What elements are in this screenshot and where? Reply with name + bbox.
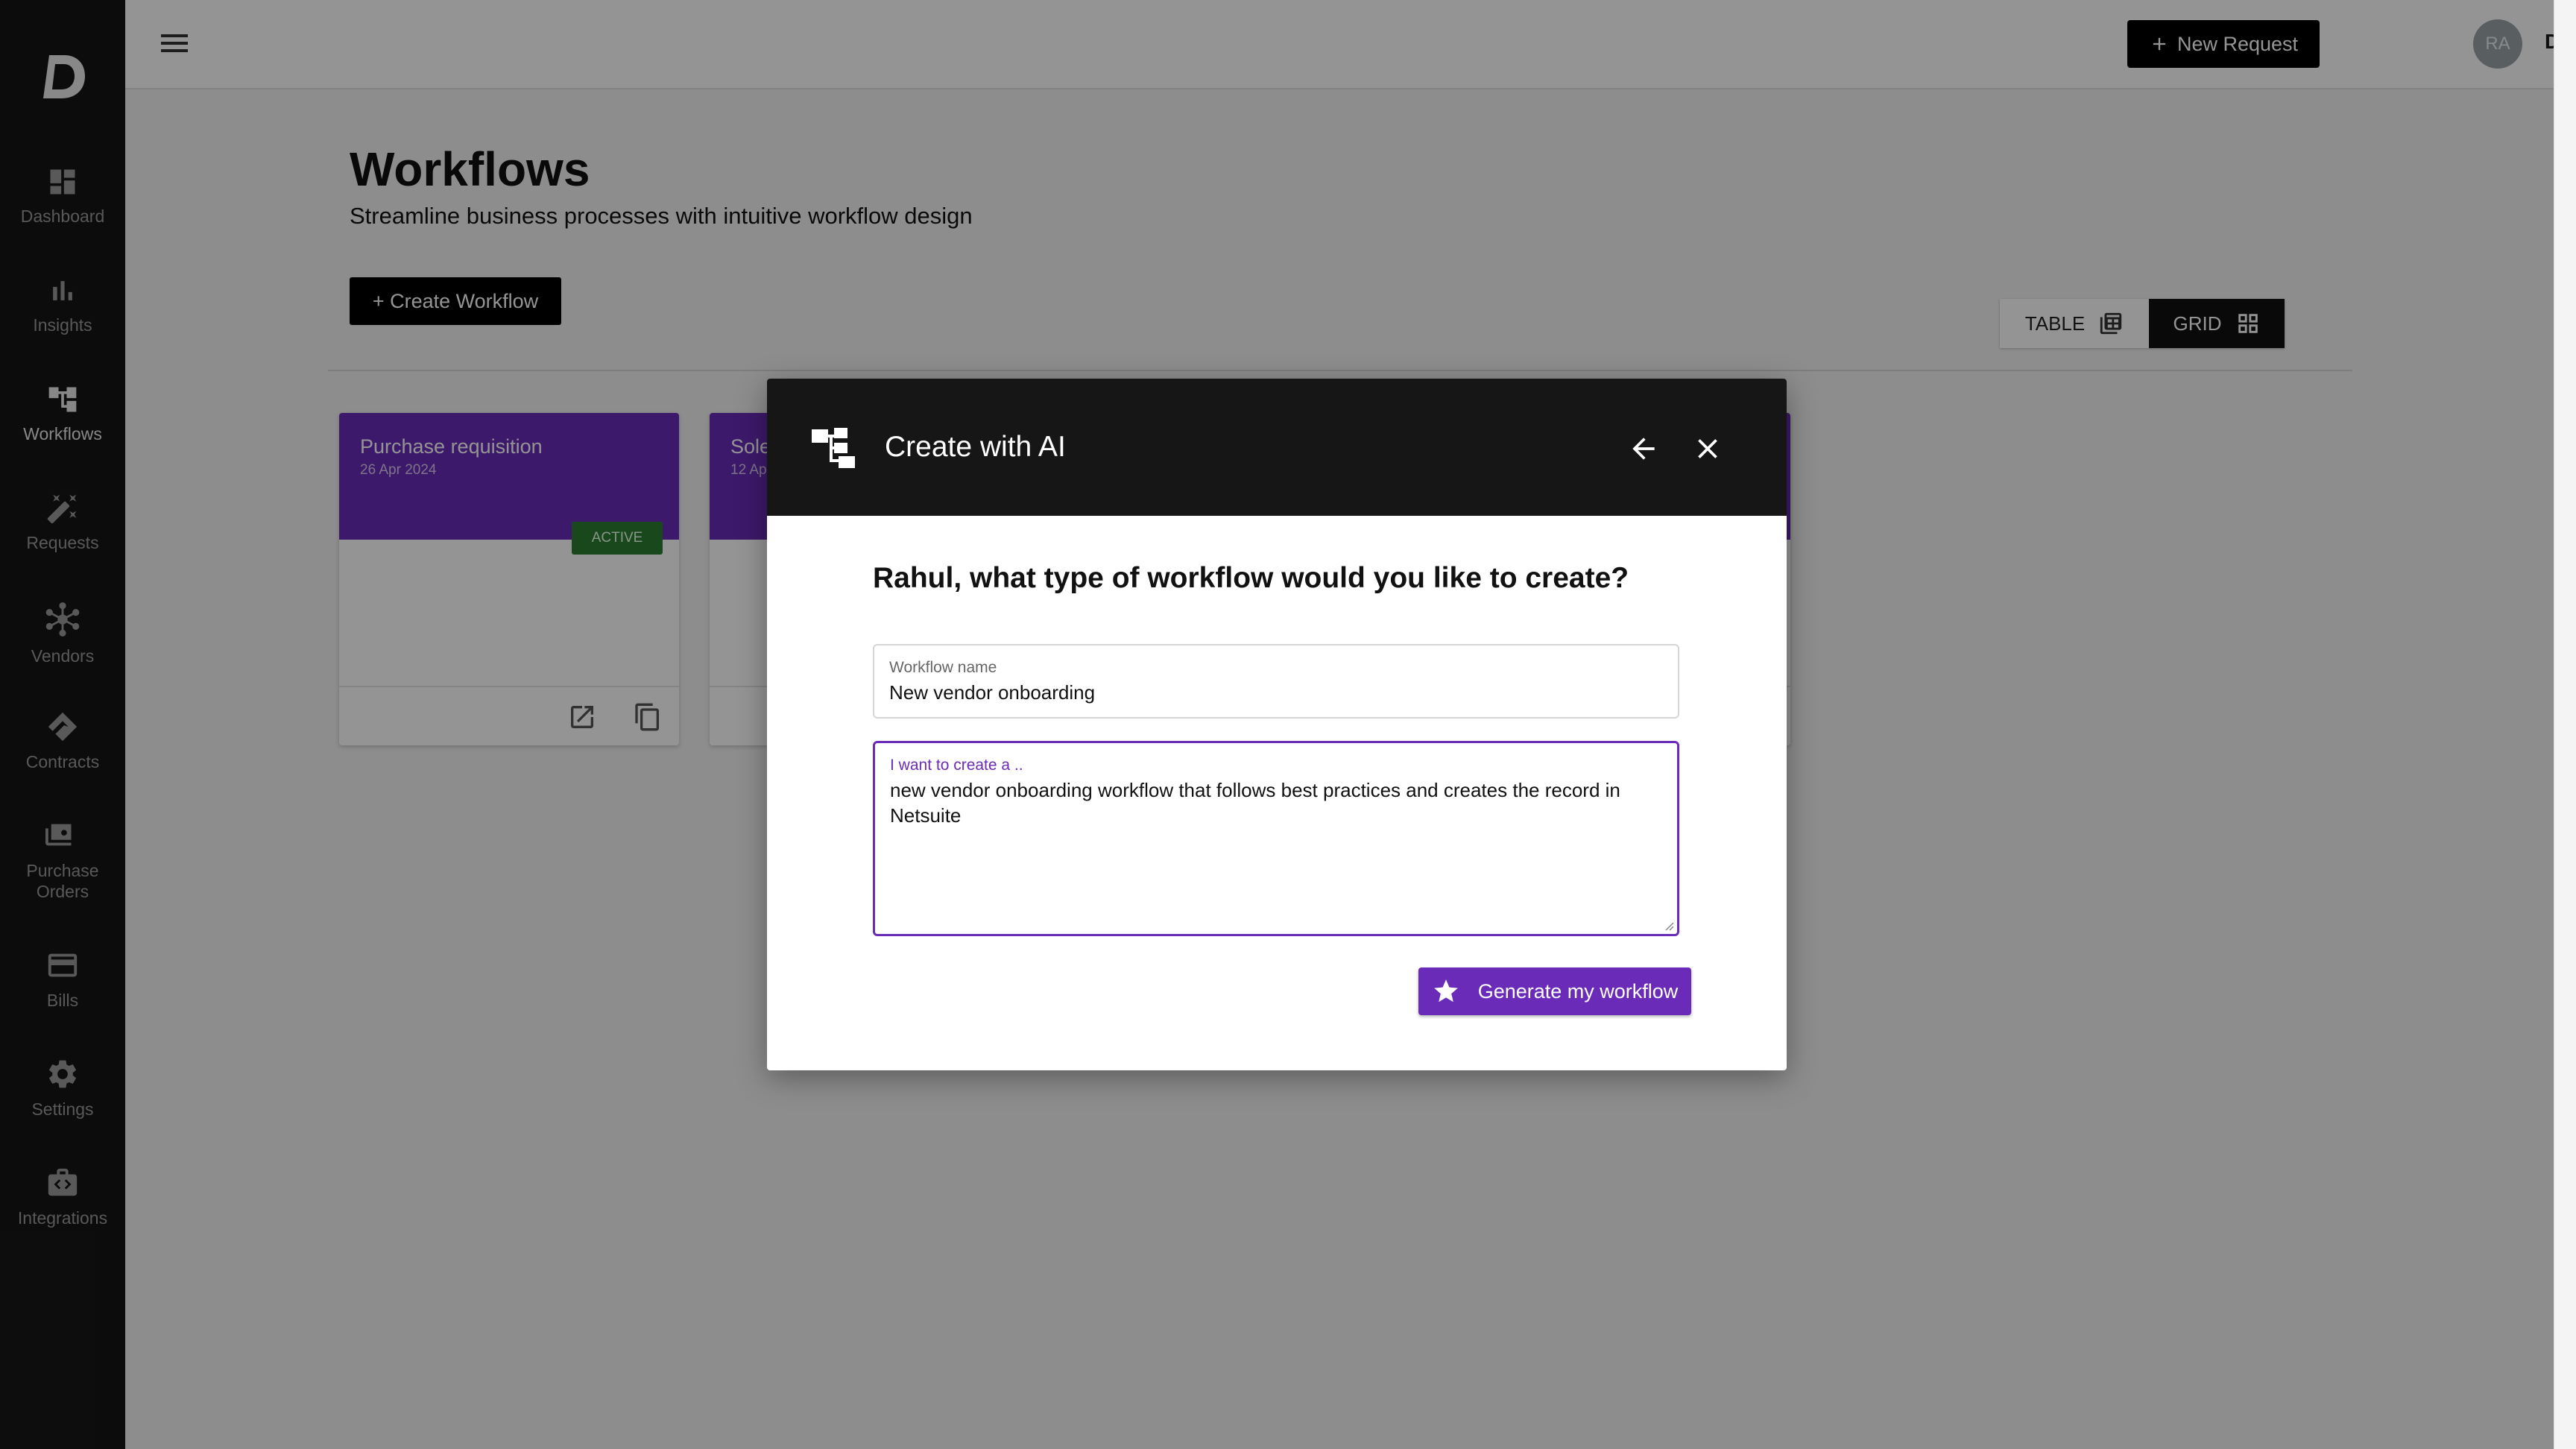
workflow-icon xyxy=(812,428,855,468)
create-with-ai-dialog: Create with AI Rahul, what type of workf… xyxy=(767,379,1787,1070)
generate-workflow-button[interactable]: Generate my workflow xyxy=(1418,967,1691,1015)
workflow-description-field[interactable]: I want to create a .. new vendor onboard… xyxy=(873,741,1679,936)
dialog-question: Rahul, what type of workflow would you l… xyxy=(873,562,1629,594)
arrow-left-icon[interactable] xyxy=(1627,432,1660,465)
scrollbar[interactable] xyxy=(2554,0,2576,1449)
workflow-description-label: I want to create a .. xyxy=(890,757,1023,774)
dialog-header: Create with AI xyxy=(767,379,1787,516)
workflow-name-label: Workflow name xyxy=(889,659,997,676)
workflow-name-field[interactable]: Workflow name New vendor onboarding xyxy=(873,644,1679,719)
workflow-name-value[interactable]: New vendor onboarding xyxy=(889,681,1095,704)
close-icon[interactable] xyxy=(1691,432,1724,465)
workflow-description-text[interactable]: new vendor onboarding workflow that foll… xyxy=(890,777,1665,828)
dialog-title: Create with AI xyxy=(885,431,1066,463)
generate-workflow-label: Generate my workflow xyxy=(1477,979,1679,1003)
resize-handle-icon[interactable] xyxy=(1664,921,1674,931)
star-icon xyxy=(1433,979,1458,1003)
